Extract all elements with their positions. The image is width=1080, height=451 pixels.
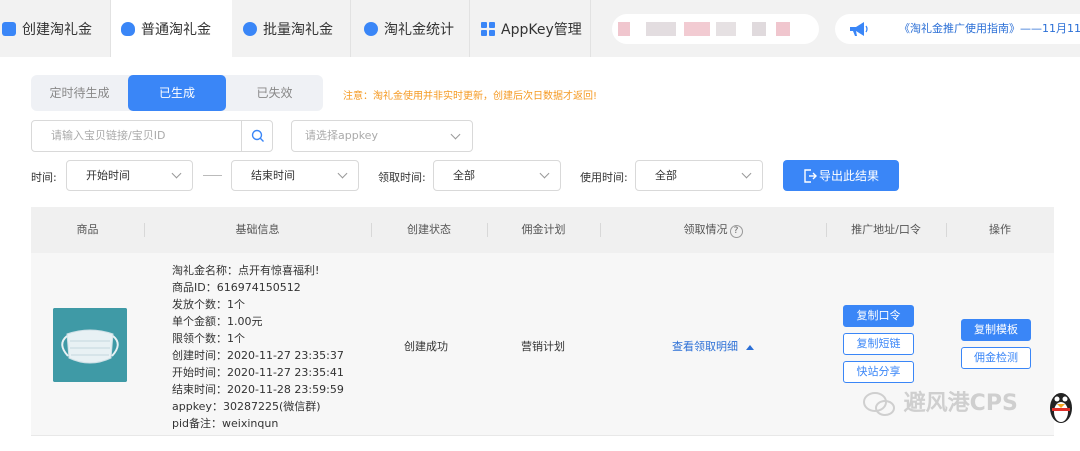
use-time-value: 全部 bbox=[655, 169, 677, 182]
use-time-select[interactable]: 全部 bbox=[635, 160, 763, 191]
money-stack-icon bbox=[243, 21, 257, 36]
redacted-block bbox=[684, 22, 710, 36]
redacted-block bbox=[752, 22, 766, 36]
account-pill[interactable] bbox=[612, 14, 819, 44]
info-unit-amount: 单个金额：1.00元 bbox=[172, 315, 263, 328]
megaphone-icon bbox=[850, 22, 868, 36]
claim-time-select[interactable]: 全部 bbox=[433, 160, 561, 191]
search-input[interactable]: 请输入宝贝链接/宝贝ID bbox=[31, 120, 273, 152]
tab-label: 普通淘礼金 bbox=[141, 21, 211, 38]
tab-label: AppKey管理 bbox=[501, 21, 582, 38]
chevron-down-icon bbox=[450, 129, 461, 140]
table-header: 商品 基础信息 创建状态 佣金计划 领取情况? 推广地址/口令 操作 bbox=[31, 207, 1054, 253]
time-label: 时间: bbox=[31, 171, 57, 184]
commission-plan: 营销计划 bbox=[521, 340, 565, 353]
export-icon bbox=[804, 168, 817, 183]
redacted-block bbox=[716, 22, 736, 36]
info-start-time: 开始时间：2020-11-27 23:35:41 bbox=[172, 366, 344, 379]
end-time-select[interactable]: 结束时间 bbox=[231, 160, 359, 191]
money-bag-icon bbox=[121, 21, 135, 36]
header-create-status: 创建状态 bbox=[407, 223, 451, 236]
redacted-block bbox=[618, 22, 630, 36]
export-button[interactable]: 导出此结果 bbox=[783, 160, 899, 191]
tab-coupon-stats[interactable]: 淘礼金统计 bbox=[351, 0, 469, 57]
info-create-time: 创建时间：2020-11-27 23:35:37 bbox=[172, 349, 344, 362]
redacted-block bbox=[776, 22, 790, 36]
info-coupon-name: 淘礼金名称：点开有惊喜福利! bbox=[172, 264, 320, 277]
redacted-block bbox=[646, 22, 676, 36]
info-issue-count: 发放个数：1个 bbox=[172, 298, 245, 311]
tab-appkey-manage[interactable]: AppKey管理 bbox=[470, 0, 590, 57]
plus-square-icon bbox=[2, 21, 16, 36]
use-time-label: 使用时间: bbox=[580, 171, 628, 184]
claim-time-value: 全部 bbox=[453, 169, 475, 182]
tab-create-coupon[interactable]: 创建淘礼金 bbox=[0, 0, 110, 57]
appkey-select[interactable]: 请选择appkey bbox=[291, 120, 473, 152]
start-time-value: 开始时间 bbox=[86, 169, 130, 182]
quick-share-button[interactable]: 快站分享 bbox=[843, 361, 914, 383]
grid-icon bbox=[481, 21, 495, 36]
top-tab-bar: 创建淘礼金 普通淘礼金 批量淘礼金 淘礼金统计 AppKey管理 《淘礼金推广使… bbox=[0, 0, 1080, 57]
product-image bbox=[53, 308, 127, 382]
appkey-placeholder: 请选择appkey bbox=[305, 129, 378, 142]
copy-template-button[interactable]: 复制模板 bbox=[961, 319, 1031, 341]
notice-pill[interactable]: 《淘礼金推广使用指南》——11月11日 bbox=[835, 14, 1080, 44]
search-button[interactable] bbox=[241, 121, 272, 151]
notice-link[interactable]: 《淘礼金推广使用指南》——11月11日 bbox=[899, 14, 1080, 44]
tab-divider bbox=[590, 0, 591, 57]
watermark: 避风港CPS bbox=[862, 385, 1018, 417]
status-tab-generated[interactable]: 已生成 bbox=[128, 75, 226, 111]
search-icon bbox=[251, 129, 264, 142]
start-time-select[interactable]: 开始时间 bbox=[66, 160, 193, 191]
commission-check-button[interactable]: 佣金检测 bbox=[961, 347, 1031, 369]
tab-label: 淘礼金统计 bbox=[384, 21, 454, 38]
header-actions: 操作 bbox=[989, 223, 1011, 236]
status-tab-expired[interactable]: 已失效 bbox=[226, 75, 323, 111]
tab-label: 批量淘礼金 bbox=[263, 21, 333, 38]
info-product-id: 商品ID：616974150512 bbox=[172, 281, 301, 294]
header-claim-label: 领取情况 bbox=[683, 223, 728, 236]
info-pid-note: pid备注：weixinqun bbox=[172, 417, 279, 430]
penguin-icon bbox=[1050, 393, 1072, 423]
end-time-value: 结束时间 bbox=[251, 169, 295, 182]
header-commission-plan: 佣金计划 bbox=[521, 223, 566, 236]
tab-batch-coupon[interactable]: 批量淘礼金 bbox=[232, 0, 350, 57]
chevron-down-icon bbox=[539, 168, 550, 179]
face-mask-image bbox=[53, 308, 127, 382]
header-claim-status: 领取情况? bbox=[600, 207, 826, 253]
chevron-down-icon bbox=[171, 168, 182, 179]
export-label: 导出此结果 bbox=[818, 169, 879, 183]
create-status: 创建成功 bbox=[404, 340, 448, 353]
copy-short-link-button[interactable]: 复制短链 bbox=[843, 333, 914, 355]
chevron-down-icon bbox=[337, 168, 348, 179]
info-appkey: appkey：30287225(微信群) bbox=[172, 400, 321, 413]
status-tab-scheduled[interactable]: 定时待生成 bbox=[31, 75, 128, 111]
info-limit-count: 限领个数：1个 bbox=[172, 332, 245, 345]
header-product: 商品 bbox=[76, 223, 99, 236]
header-basic-info: 基础信息 bbox=[235, 223, 280, 236]
chart-circle-icon bbox=[364, 21, 378, 36]
caret-up-icon bbox=[745, 344, 754, 350]
tab-normal-coupon[interactable]: 普通淘礼金 bbox=[111, 0, 232, 57]
info-end-time: 结束时间：2020-11-28 23:59:59 bbox=[172, 383, 344, 396]
status-segmented-control: 定时待生成 已生成 已失效 bbox=[31, 75, 323, 111]
header-promo-link: 推广地址/口令 bbox=[851, 223, 921, 236]
help-icon[interactable]: ? bbox=[729, 225, 743, 238]
watermark-text: 避风港CPS bbox=[903, 391, 1018, 416]
tab-label: 创建淘礼金 bbox=[22, 21, 92, 38]
search-placeholder: 请输入宝贝链接/宝贝ID bbox=[51, 129, 166, 142]
wechat-icon bbox=[863, 392, 895, 416]
claim-time-label: 领取时间: bbox=[378, 171, 426, 184]
range-separator bbox=[203, 175, 222, 176]
claim-detail-label: 查看领取明细 bbox=[672, 340, 738, 353]
chevron-down-icon bbox=[741, 168, 752, 179]
warning-note: 注意：淘礼金使用并非实时更新，创建后次日数据才返回! bbox=[343, 91, 598, 102]
claim-detail-link[interactable]: 查看领取明细 bbox=[672, 338, 754, 354]
copy-password-button[interactable]: 复制口令 bbox=[843, 305, 914, 327]
